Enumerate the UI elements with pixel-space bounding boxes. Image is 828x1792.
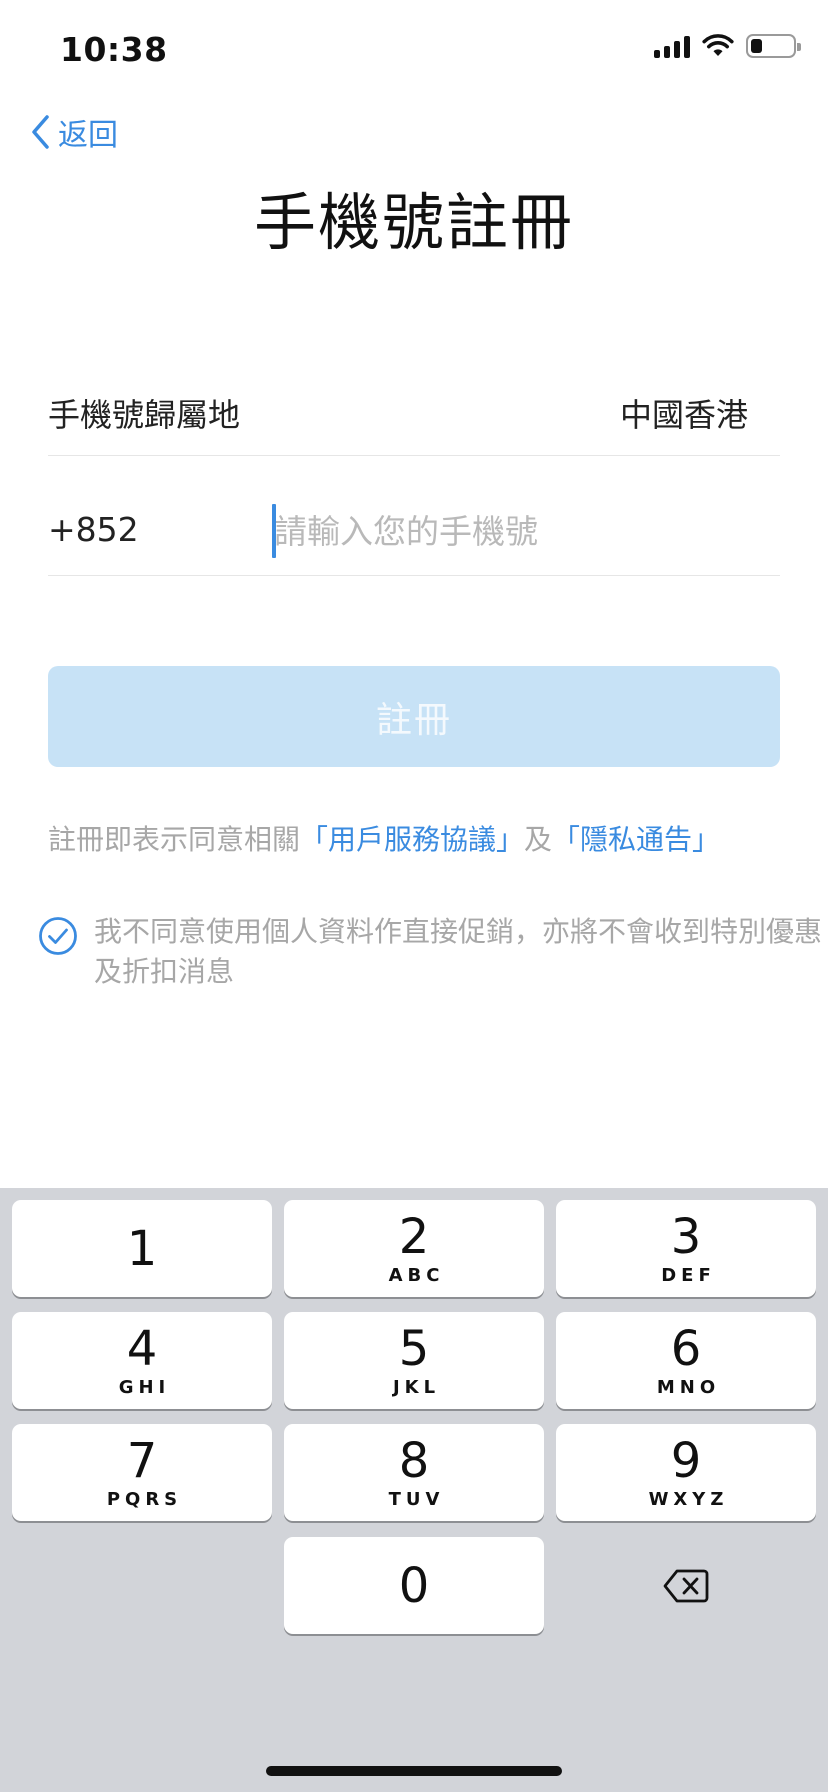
key-3[interactable]: 3 DEF (556, 1200, 816, 1297)
agreement-joiner: 及 (524, 823, 553, 856)
home-indicator (266, 1766, 562, 1776)
numeric-keypad: 1 2 ABC 3 DEF 4 GHI 5 JKL 6 MNO 7 PQRS 8… (0, 1188, 828, 1792)
status-time: 10:38 (60, 30, 168, 69)
status-icons (654, 34, 801, 58)
key-0[interactable]: 0 (284, 1537, 544, 1634)
key-4[interactable]: 4 GHI (12, 1312, 272, 1409)
region-selector[interactable]: 手機號歸屬地 中國香港 (48, 370, 780, 456)
terms-of-service-link[interactable]: 「用戶服務協議」 (300, 823, 524, 856)
phone-input[interactable] (272, 502, 752, 560)
region-label: 手機號歸屬地 (48, 396, 241, 434)
key-9[interactable]: 9 WXYZ (556, 1424, 816, 1521)
back-button[interactable]: 返回 (30, 110, 118, 154)
key-8[interactable]: 8 TUV (284, 1424, 544, 1521)
backspace-icon (663, 1569, 709, 1602)
cellular-signal-icon (654, 34, 690, 58)
agreement-prefix: 註冊即表示同意相關 (48, 823, 301, 856)
delete-key[interactable] (556, 1537, 816, 1634)
battery-icon (746, 34, 801, 58)
consent-text: 我不同意使用個人資料作直接促銷，亦將不會收到特別優惠及折扣消息 (94, 915, 823, 988)
key-5[interactable]: 5 JKL (284, 1312, 544, 1409)
phone-row: +852 (48, 490, 780, 576)
key-1[interactable]: 1 (12, 1200, 272, 1297)
text-caret (272, 504, 276, 558)
status-bar: 10:38 (0, 0, 828, 100)
region-value: 中國香港 (619, 396, 748, 434)
checkmark-circle-icon[interactable] (38, 916, 78, 956)
country-code[interactable]: +852 (48, 510, 139, 549)
chevron-left-icon (32, 115, 49, 149)
wifi-icon (702, 34, 734, 56)
agreement-text: 註冊即表示同意相關「用戶服務協議」及「隱私通告」 (48, 818, 720, 858)
back-label: 返回 (58, 118, 118, 153)
page-title: 手機號註冊 (253, 186, 574, 259)
key-6[interactable]: 6 MNO (556, 1312, 816, 1409)
key-2[interactable]: 2 ABC (284, 1200, 544, 1297)
phone-registration-screen: 10:38 返回 手機號註冊 手機號歸屬地 中國香港 +852 請輸入您的手機號… (0, 0, 828, 1792)
key-7[interactable]: 7 PQRS (12, 1424, 272, 1521)
register-button[interactable]: 註冊 (48, 666, 780, 767)
privacy-notice-link[interactable]: 「隱私通告」 (552, 823, 720, 856)
